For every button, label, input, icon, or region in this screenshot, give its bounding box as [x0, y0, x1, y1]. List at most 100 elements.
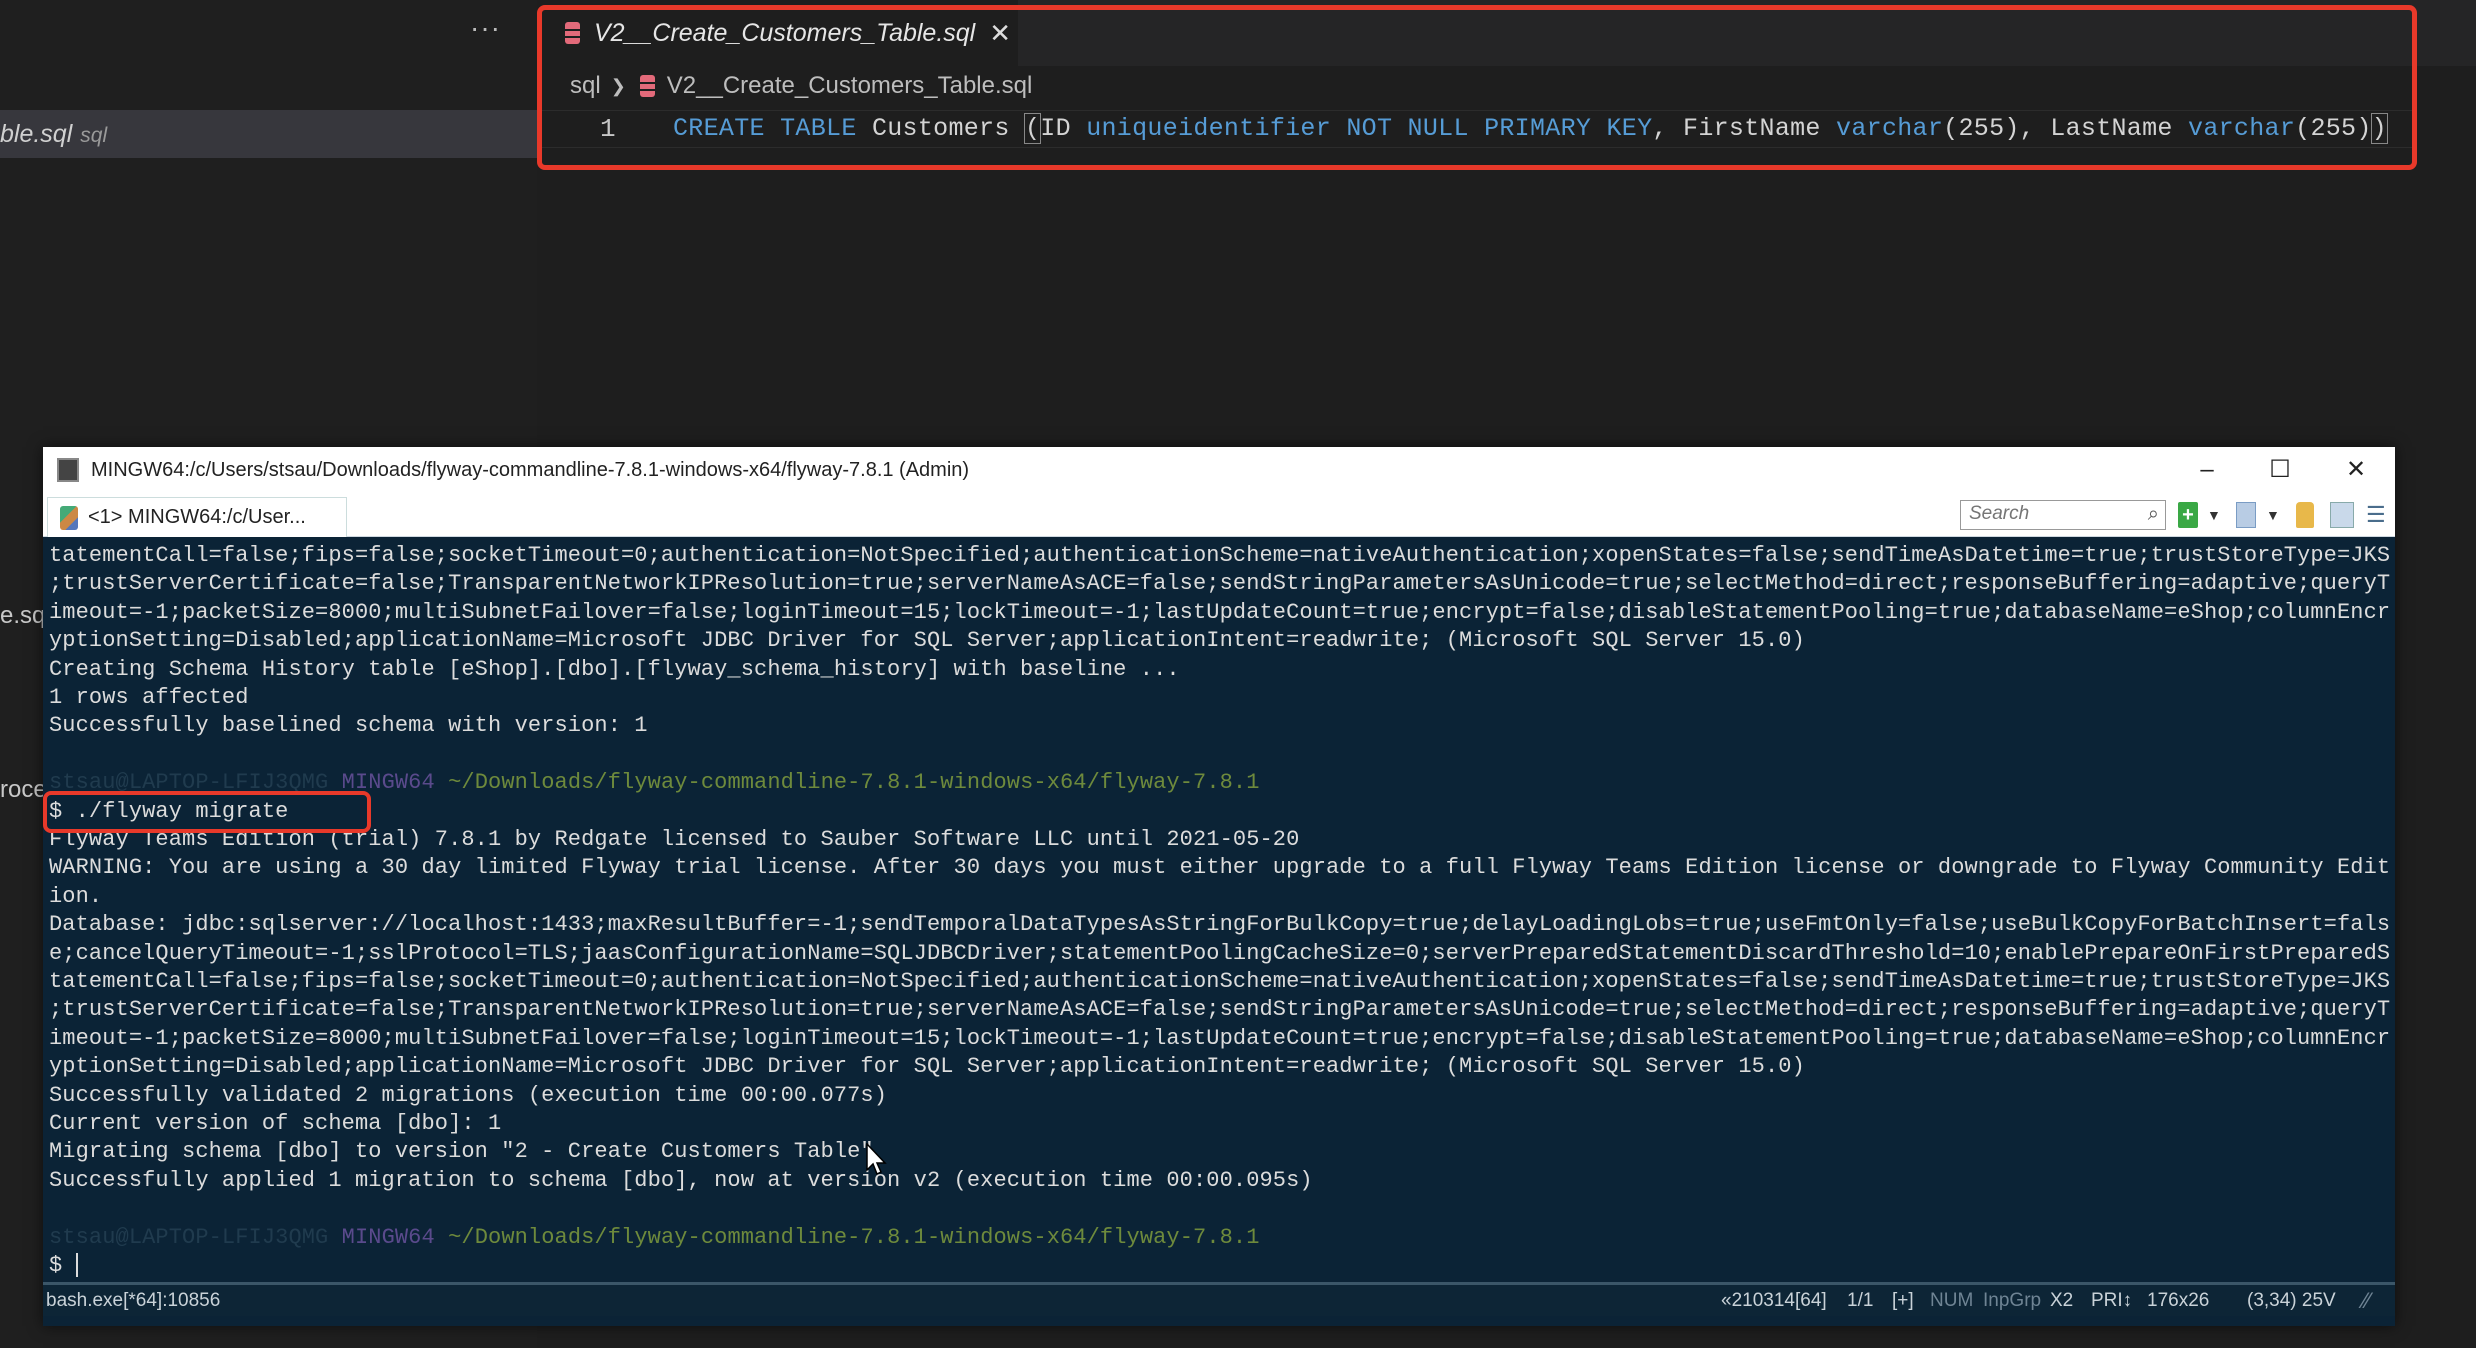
output-line: imeout=-1;packetSize=8000;multiSubnetFai… [49, 1025, 2390, 1053]
lock-icon[interactable] [2296, 502, 2314, 528]
code-token: varchar [2188, 114, 2296, 143]
search-icon[interactable]: ⌕ [2148, 503, 2159, 526]
breadcrumb-folder[interactable]: sql [570, 72, 601, 100]
line-text: 1 rows affected [49, 685, 249, 710]
line-text: Current version of schema [dbo]: 1 [49, 1111, 502, 1136]
terminal-tab[interactable]: <1> MINGW64:/c/User... [47, 497, 347, 537]
output-line: Creating Schema History table [eShop].[d… [49, 656, 1180, 684]
search-input[interactable] [1961, 501, 2121, 527]
file-name: ble.sql [0, 120, 73, 148]
code-token: , FirstName [1652, 114, 1837, 143]
line-text: Flyway Teams Edition (trial) 7.8.1 by Re… [49, 827, 1300, 852]
status-console: 1/1 [1847, 1290, 1874, 1311]
output-line: Database: jdbc:sqlserver://localhost:143… [49, 911, 2390, 939]
window-title: MINGW64:/c/Users/stsau/Downloads/flyway-… [91, 458, 970, 481]
status-size: 176x26 [2147, 1290, 2210, 1311]
line-text: WARNING: You are using a 30 day limited … [49, 855, 2391, 881]
output-line: Flyway Teams Edition (trial) 7.8.1 by Re… [49, 826, 1299, 854]
explorer-item-fragment[interactable]: roce [0, 776, 47, 804]
line-text: yptionSetting=Disabled;applicationName=M… [49, 1054, 1805, 1080]
more-actions-button[interactable]: ··· [470, 12, 501, 44]
output-line: Current version of schema [dbo]: 1 [49, 1110, 501, 1138]
output-line: Successfully validated 2 migrations (exe… [49, 1082, 887, 1110]
matched-bracket: ( [1023, 113, 1042, 144]
status-process: bash.exe[*64]:10856 [46, 1290, 221, 1311]
chevron-down-icon[interactable]: ▼ [2266, 502, 2280, 528]
code-token: (255), LastName [1943, 114, 2189, 143]
prompt-path: ~/Downloads/flyway-commandline-7.8.1-win… [448, 1224, 1260, 1250]
status-x2: X2 [2050, 1290, 2074, 1311]
line-text: imeout=-1;packetSize=8000;multiSubnetFai… [49, 599, 2391, 625]
line-text: ;trustServerCertificate=false;Transparen… [49, 571, 2391, 597]
search-box[interactable]: ⌕ [1960, 500, 2166, 530]
input-line: $ [49, 1252, 78, 1280]
chevron-down-icon[interactable]: ▼ [2207, 502, 2221, 528]
close-icon[interactable]: ✕ [989, 18, 1011, 49]
matched-bracket: ) [2370, 113, 2388, 144]
resize-grip-icon[interactable]: ⁄⁄ [2363, 1285, 2370, 1317]
database-icon [565, 22, 580, 44]
layout-icon[interactable] [2330, 502, 2354, 528]
prompt-line: stsau@LAPTOP-LFIJ3QMG MINGW64 ~/Download… [49, 1224, 1260, 1252]
code-token: uniqueidentifier NOT NULL PRIMARY KEY [1086, 114, 1653, 143]
tab-label: V2__Create_Customers_Table.sql [594, 18, 976, 47]
line-text: Successfully baselined schema with versi… [49, 713, 648, 739]
output-line: tatementCall=false;fips=false;socketTime… [49, 968, 2390, 996]
line-text: Migrating schema [dbo] to version "2 - C… [49, 1139, 874, 1165]
output-line: ion. [49, 883, 102, 911]
code-token: ID [1040, 114, 1087, 143]
prompt-path: ~/Downloads/flyway-commandline-7.8.1-win… [448, 770, 1260, 796]
database-icon [639, 75, 655, 97]
new-console-icon[interactable]: + [2178, 502, 2198, 528]
output-line: tatementCall=false;fips=false;socketTime… [49, 542, 2390, 570]
status-build: «210314[64] [1721, 1290, 1827, 1311]
output-line: Migrating schema [dbo] to version "2 - C… [49, 1138, 874, 1166]
panel-icon[interactable] [2236, 502, 2256, 528]
output-line: WARNING: You are using a 30 day limited … [49, 854, 2390, 882]
chevron-right-icon: ❯ [610, 75, 626, 96]
explorer-item-selected[interactable]: ble.sql sql [0, 110, 537, 158]
maximize-button[interactable]: ☐ [2250, 447, 2310, 493]
close-button[interactable]: ✕ [2326, 447, 2386, 493]
menu-icon[interactable]: ☰ [2366, 502, 2386, 528]
output-line: ;trustServerCertificate=false;Transparen… [49, 570, 2390, 598]
output-line: $ ./flyway migrate [49, 798, 288, 826]
line-text: ;trustServerCertificate=false;Transparen… [49, 997, 2391, 1023]
line-text: yptionSetting=Disabled;applicationName=M… [49, 628, 1805, 654]
output-line: e;cancelQueryTimeout=-1;sslProtocol=TLS;… [49, 940, 2390, 968]
line-number: 1 [600, 114, 616, 144]
output-line: yptionSetting=Disabled;applicationName=M… [49, 627, 1805, 655]
mouse-pointer-icon [866, 1143, 887, 1176]
prompt-host: MINGW64 [341, 1224, 435, 1250]
code-line[interactable]: CREATE TABLE Customers (ID uniqueidentif… [673, 110, 2388, 148]
status-priority: PRI↕ [2091, 1290, 2133, 1311]
prompt-line: stsau@LAPTOP-LFIJ3QMG MINGW64 ~/Download… [49, 769, 1260, 797]
breadcrumb-file[interactable]: V2__Create_Customers_Table.sql [667, 72, 1033, 100]
line-text: $ [49, 1253, 76, 1278]
output-line: Successfully applied 1 migration to sche… [49, 1167, 1313, 1195]
line-text: imeout=-1;packetSize=8000;multiSubnetFai… [49, 1025, 2391, 1051]
output-line: imeout=-1;packetSize=8000;multiSubnetFai… [49, 599, 2390, 627]
line-text: Successfully validated 2 migrations (exe… [49, 1082, 888, 1108]
output-line: yptionSetting=Disabled;applicationName=M… [49, 1053, 1805, 1081]
terminal-titlebar[interactable]: MINGW64:/c/Users/stsau/Downloads/flyway-… [43, 447, 2395, 493]
status-inpgrp: InpGrp [1983, 1290, 2042, 1311]
terminal-tab-label: <1> MINGW64:/c/User... [88, 506, 306, 528]
line-text: e;cancelQueryTimeout=-1;sslProtocol=TLS;… [49, 940, 2391, 966]
output-line: 1 rows affected [49, 684, 249, 712]
line-text: Database: jdbc:sqlserver://localhost:143… [49, 912, 2391, 938]
line-text: Successfully applied 1 migration to sche… [49, 1167, 1313, 1193]
explorer-item-fragment[interactable]: e.sq [0, 602, 45, 630]
status-num: NUM [1930, 1290, 1974, 1311]
prompt-user: stsau@LAPTOP-LFIJ3QMG [49, 1224, 329, 1250]
prompt-host: MINGW64 [341, 770, 435, 796]
code-token: CREATE TABLE [673, 114, 872, 143]
file-lang: sql [80, 124, 108, 147]
line-text: $ ./flyway migrate [49, 798, 289, 824]
editor-tab[interactable]: V2__Create_Customers_Table.sql ✕ [537, 0, 1018, 66]
line-text: tatementCall=false;fips=false;socketTime… [49, 969, 2391, 994]
minimize-button[interactable]: – [2177, 447, 2237, 493]
code-token: (255) [2295, 114, 2372, 143]
terminal-output[interactable]: tatementCall=false;fips=false;socketTime… [43, 537, 2395, 1282]
code-token: varchar [1836, 114, 1944, 143]
